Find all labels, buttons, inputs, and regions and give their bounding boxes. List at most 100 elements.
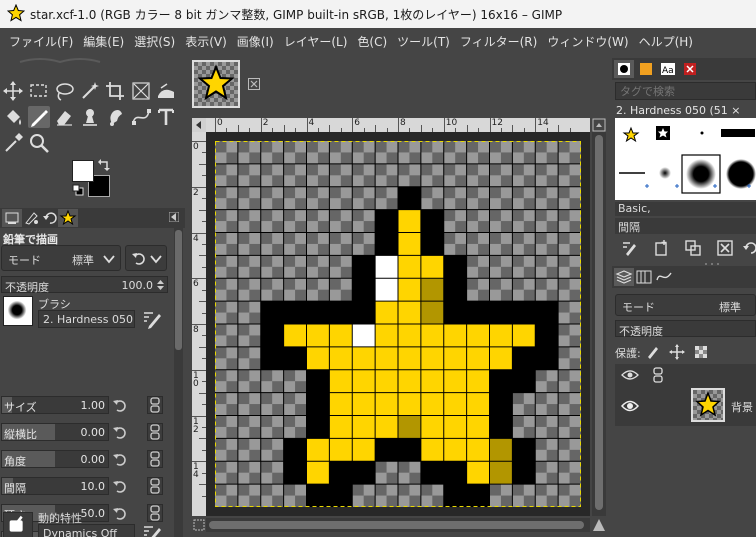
zoom-to-fit-icon[interactable]	[592, 118, 606, 132]
brush-tags-field[interactable]: Basic,	[615, 202, 756, 216]
layers-tab[interactable]	[614, 268, 634, 286]
scrollbar-thumb[interactable]	[209, 521, 584, 529]
brush-param-slider[interactable]: サイズ 1.00	[1, 396, 109, 414]
menu-item[interactable]: 表示(V)	[180, 28, 232, 56]
eraser-tool[interactable]	[53, 106, 75, 128]
brush-param-slider[interactable]: 縦横比 0.00	[1, 423, 109, 441]
image-tab[interactable]	[192, 60, 240, 108]
warp-tool[interactable]	[155, 80, 177, 102]
document-history-tab[interactable]	[680, 60, 700, 78]
layer-opacity-slider[interactable]: 不透明度	[615, 320, 756, 338]
edit-brush-icon[interactable]	[141, 308, 163, 330]
brush-name-field[interactable]: 2. Hardness 050	[38, 310, 135, 328]
menu-item[interactable]: 編集(E)	[78, 28, 129, 56]
brush-grid[interactable]	[615, 118, 756, 200]
menu-item[interactable]: フィルター(R)	[455, 28, 542, 56]
ruler-corner[interactable]	[192, 118, 206, 132]
unified-transform-tool[interactable]	[130, 80, 152, 102]
menu-item[interactable]: ウィンドウ(W)	[542, 28, 633, 56]
menu-item[interactable]: 色(C)	[352, 28, 392, 56]
navigate-icon[interactable]	[592, 518, 606, 532]
menu-item[interactable]: ファイル(F)	[4, 28, 78, 56]
mode-reset-dropdown[interactable]	[125, 245, 167, 271]
dynamics-preview[interactable]	[3, 512, 33, 537]
layer-row[interactable]: 背景	[615, 386, 756, 426]
chain-icon[interactable]	[651, 367, 665, 383]
chain-icon[interactable]	[147, 477, 163, 495]
clone-tool[interactable]	[79, 106, 101, 128]
edit-brush-icon[interactable]	[620, 239, 638, 257]
menu-item[interactable]: 選択(S)	[129, 28, 180, 56]
eye-icon[interactable]	[621, 399, 639, 413]
channels-tab[interactable]	[634, 268, 654, 286]
undo-history-tab[interactable]	[40, 209, 60, 227]
device-status-tab[interactable]	[22, 209, 42, 227]
eye-icon[interactable]	[621, 369, 639, 381]
brush-param-slider[interactable]: 間隔 10.0	[1, 477, 109, 495]
fuzzy-select-tool[interactable]	[79, 80, 101, 102]
brush-tag-search[interactable]	[615, 82, 756, 100]
dock-menu-icon[interactable]	[169, 212, 179, 222]
horizontal-ruler[interactable]: 0 2 4 6 8 10 12 14	[206, 118, 590, 132]
default-colors-icon[interactable]	[72, 184, 84, 196]
images-tab[interactable]	[58, 209, 78, 227]
reset-icon[interactable]	[112, 479, 126, 493]
chain-icon[interactable]	[147, 450, 163, 468]
paths-tab[interactable]	[654, 268, 674, 286]
vertical-ruler[interactable]: 0 2 4 6 8 10 12 14	[192, 132, 206, 516]
pixel-art-image[interactable]	[215, 141, 581, 507]
menu-item[interactable]: 画像(I)	[232, 28, 279, 56]
spin-arrows-icon[interactable]	[156, 279, 165, 291]
text-tool[interactable]	[155, 106, 177, 128]
scrollbar-thumb[interactable]	[595, 135, 603, 510]
canvas[interactable]	[206, 132, 590, 516]
new-brush-icon[interactable]	[652, 239, 670, 257]
fonts-tab[interactable]: Aa	[658, 60, 678, 78]
tool-options-tab[interactable]	[2, 209, 22, 227]
menu-item[interactable]: レイヤー(L)	[279, 28, 353, 56]
menu-item[interactable]: ヘルプ(H)	[634, 28, 698, 56]
pencil-tool[interactable]	[27, 106, 50, 128]
lock-position-icon[interactable]	[669, 344, 685, 360]
brush-param-slider[interactable]: 角度 0.00	[1, 450, 109, 468]
reset-icon[interactable]	[112, 425, 126, 439]
crop-tool[interactable]	[104, 80, 126, 102]
vertical-scrollbar[interactable]	[592, 132, 606, 516]
quick-mask-icon[interactable]	[192, 518, 206, 532]
lock-pixels-icon[interactable]	[645, 344, 661, 360]
lock-alpha-icon[interactable]	[693, 344, 709, 360]
color-picker-tool[interactable]	[2, 132, 24, 154]
horizontal-scrollbar[interactable]	[206, 518, 590, 532]
dynamics-field[interactable]: Dynamics Off	[38, 524, 135, 537]
chain-icon[interactable]	[147, 396, 163, 414]
tool-options-scrollbar[interactable]	[174, 228, 183, 537]
bucket-fill-tool[interactable]	[2, 106, 24, 128]
patterns-tab[interactable]	[636, 60, 656, 78]
mode-dropdown[interactable]: モード 標準	[1, 245, 121, 271]
brushes-tab[interactable]	[614, 60, 634, 78]
reset-icon[interactable]	[112, 506, 126, 520]
delete-brush-icon[interactable]	[716, 239, 734, 257]
refresh-brushes-icon[interactable]	[742, 239, 756, 257]
chain-icon[interactable]	[147, 423, 163, 441]
close-icon[interactable]	[248, 78, 260, 90]
zoom-tool[interactable]	[28, 132, 50, 154]
lasso-tool[interactable]	[53, 80, 75, 102]
reset-icon[interactable]	[112, 398, 126, 412]
duplicate-brush-icon[interactable]	[684, 239, 702, 257]
dock-grip[interactable]	[0, 58, 185, 64]
tag-search-input[interactable]	[620, 85, 750, 98]
chain-icon[interactable]	[147, 504, 163, 522]
rect-select-tool[interactable]	[28, 80, 50, 102]
foreground-color[interactable]	[72, 160, 94, 182]
scrollbar-thumb[interactable]	[175, 230, 182, 350]
layer-mode-dropdown[interactable]: モード 標準	[615, 294, 756, 316]
menu-item[interactable]: ツール(T)	[392, 28, 455, 56]
reset-icon[interactable]	[112, 452, 126, 466]
swap-colors-icon[interactable]	[97, 158, 111, 172]
layer-thumbnail[interactable]	[691, 388, 725, 422]
opacity-slider[interactable]: 不透明度 100.0	[1, 276, 168, 294]
brush-preview[interactable]	[3, 296, 33, 326]
edit-dynamics-icon[interactable]	[141, 522, 163, 537]
move-tool[interactable]	[2, 80, 24, 102]
